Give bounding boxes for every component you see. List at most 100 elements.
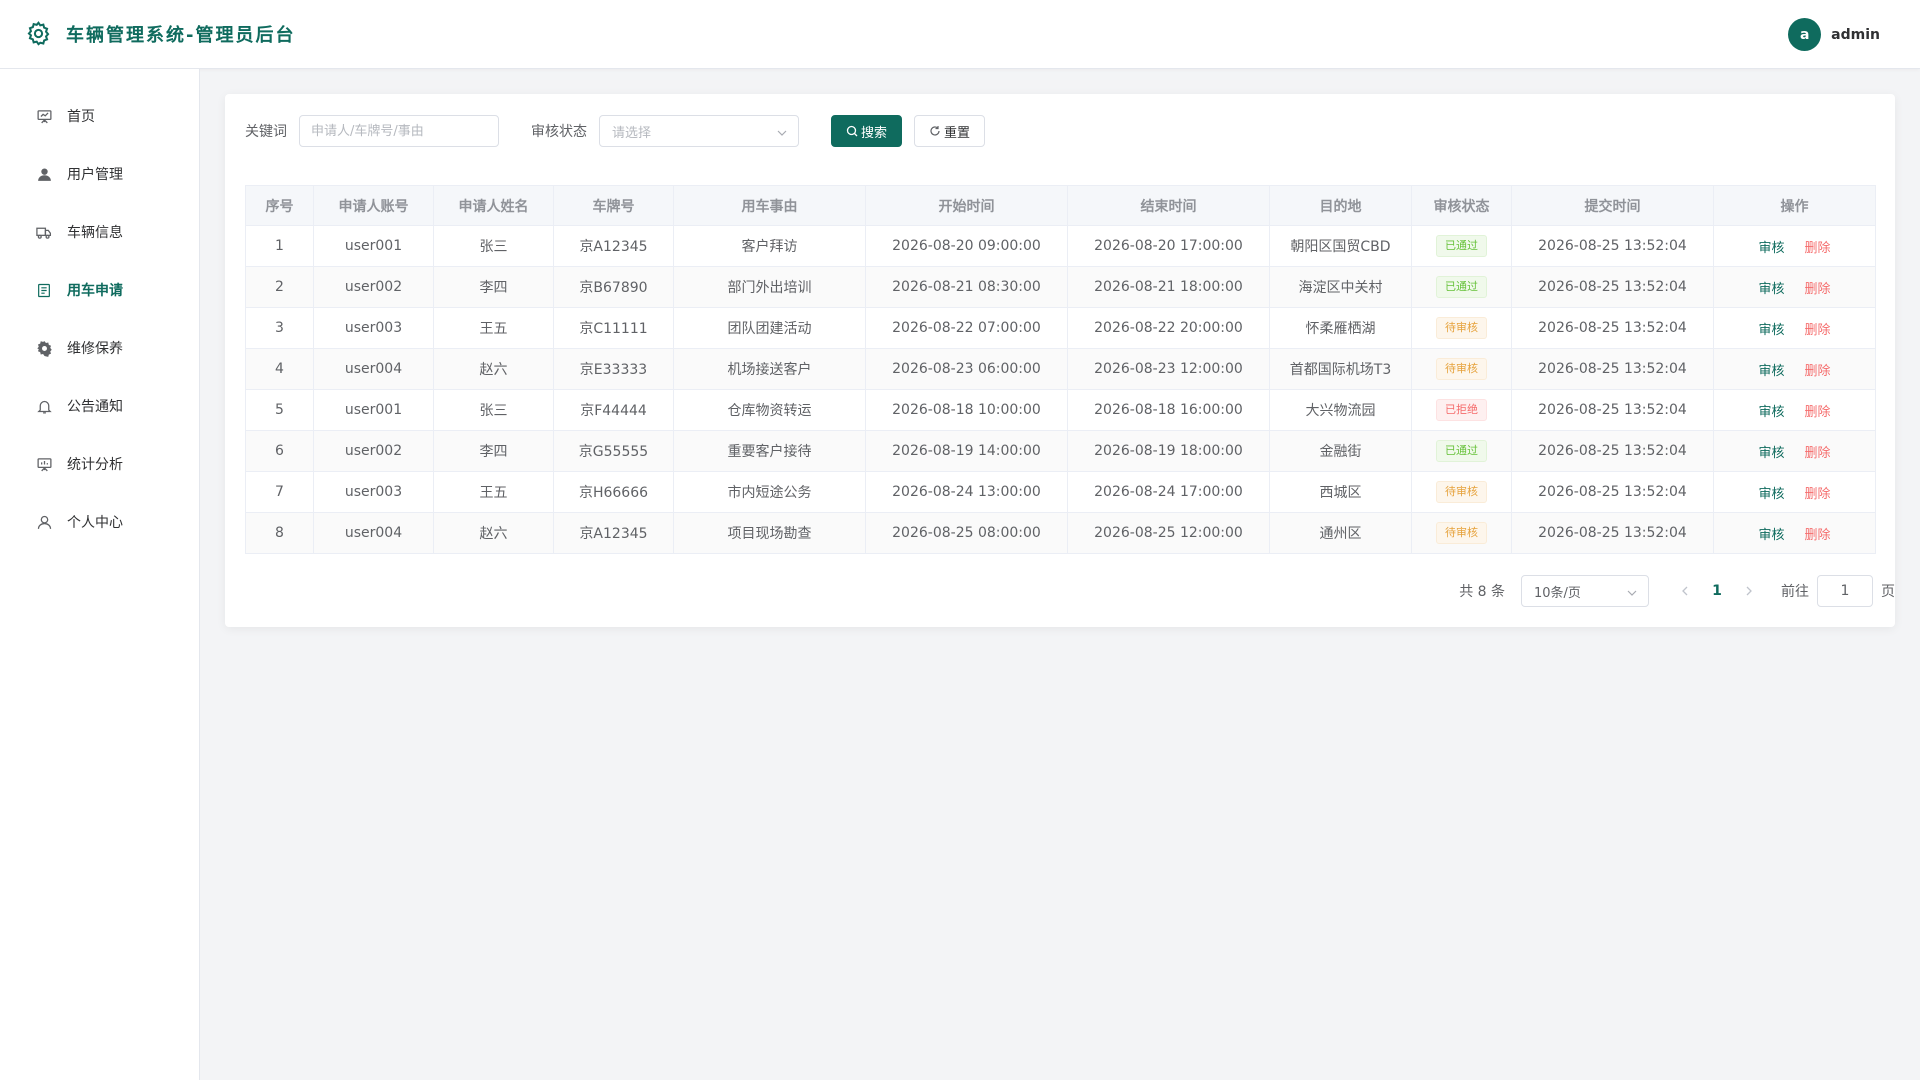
actions-cell: 审核 删除 (1713, 512, 1876, 554)
destination-cell: 首都国际机场T3 (1269, 348, 1412, 390)
plate-number-cell: 京A12345 (553, 225, 674, 267)
applicant-name-cell: 张三 (433, 389, 554, 431)
status-select[interactable]: 请选择 (599, 115, 799, 147)
delete-button[interactable]: 删除 (1805, 524, 1831, 543)
sidebar-item-vehicles[interactable]: 车辆信息 (0, 203, 199, 261)
status-cell: 待审核 (1411, 471, 1512, 513)
delete-button[interactable]: 删除 (1805, 319, 1831, 338)
sidebar-item-statistics[interactable]: 统计分析 (0, 435, 199, 493)
start-time-cell: 2026-08-20 09:00:00 (865, 225, 1068, 267)
applicant-account-cell: user003 (313, 307, 434, 349)
chevron-right-icon (1746, 586, 1752, 596)
page-size-select[interactable]: 10条/页 (1521, 575, 1649, 607)
row-index-cell: 6 (245, 430, 314, 472)
row-index-cell: 1 (245, 225, 314, 267)
column-header: 车牌号 (553, 185, 674, 226)
status-badge: 待审核 (1436, 481, 1487, 503)
start-time-cell: 2026-08-23 06:00:00 (865, 348, 1068, 390)
row-index-cell: 8 (245, 512, 314, 554)
end-time-cell: 2026-08-22 20:00:00 (1067, 307, 1270, 349)
column-header: 申请人姓名 (433, 185, 554, 226)
destination-cell: 大兴物流园 (1269, 389, 1412, 431)
destination-cell: 通州区 (1269, 512, 1412, 554)
row-index-cell: 7 (245, 471, 314, 513)
goto-page-input[interactable] (1817, 575, 1873, 607)
user-menu[interactable]: a admin (1788, 18, 1880, 51)
page-number[interactable]: 1 (1701, 575, 1733, 607)
row-index-cell: 5 (245, 389, 314, 431)
column-header: 开始时间 (865, 185, 1068, 226)
gear-icon (35, 339, 53, 357)
gear-icon (25, 20, 52, 47)
applicant-account-cell: user003 (313, 471, 434, 513)
status-cell: 已拒绝 (1411, 389, 1512, 431)
status-cell: 待审核 (1411, 307, 1512, 349)
table-header-row: 序号 申请人账号 申请人姓名 车牌号 用车事由 开始时间 结束时间 目的地 审核… (245, 185, 1876, 226)
review-button[interactable]: 审核 (1758, 319, 1784, 338)
review-button[interactable]: 审核 (1758, 360, 1784, 379)
submitted-time-cell: 2026-08-25 13:52:04 (1511, 471, 1714, 513)
applicant-name-cell: 李四 (433, 430, 554, 472)
sidebar-item-home[interactable]: 首页 (0, 87, 199, 145)
request-reason-cell: 机场接送客户 (673, 348, 866, 390)
submitted-time-cell: 2026-08-25 13:52:04 (1511, 307, 1714, 349)
sidebar-item-maintenance[interactable]: 维修保养 (0, 319, 199, 377)
reset-button-label: 重置 (944, 125, 971, 141)
keyword-input[interactable] (299, 115, 499, 147)
applicant-account-cell: user001 (313, 389, 434, 431)
sidebar-item-vehicle-requests[interactable]: 用车申请 (0, 261, 199, 319)
status-cell: 已通过 (1411, 266, 1512, 308)
sidebar-item-users[interactable]: 用户管理 (0, 145, 199, 203)
review-button[interactable]: 审核 (1758, 401, 1784, 420)
column-header: 审核状态 (1411, 185, 1512, 226)
request-reason-cell: 市内短途公务 (673, 471, 866, 513)
table-row: 5 user001 张三 京F44444 仓库物资转运 2026-08-18 10:00:… (245, 389, 1876, 431)
reset-button[interactable]: 重置 (914, 115, 986, 147)
row-index-cell: 4 (245, 348, 314, 390)
search-button[interactable]: 搜索 (831, 115, 903, 147)
requests-table: 序号 申请人账号 申请人姓名 车牌号 用车事由 开始时间 结束时间 目的地 审核… (245, 185, 1876, 554)
request-reason-cell: 客户拜访 (673, 225, 866, 267)
avatar[interactable]: a (1788, 18, 1822, 51)
status-cell: 已通过 (1411, 430, 1512, 472)
applicant-account-cell: user004 (313, 348, 434, 390)
destination-cell: 金融街 (1269, 430, 1412, 472)
next-page-button[interactable] (1733, 575, 1765, 607)
review-button[interactable]: 审核 (1758, 237, 1784, 256)
column-header: 目的地 (1269, 185, 1412, 226)
status-select-placeholder: 请选择 (612, 125, 652, 141)
review-button[interactable]: 审核 (1758, 483, 1784, 502)
actions-cell: 审核 删除 (1713, 389, 1876, 431)
page-size-value: 10条/页 (1534, 585, 1581, 601)
prev-page-button[interactable] (1669, 575, 1701, 607)
chart-board-icon (35, 455, 53, 473)
plate-number-cell: 京A12345 (553, 512, 674, 554)
submitted-time-cell: 2026-08-25 13:52:04 (1511, 512, 1714, 554)
presentation-icon (35, 107, 53, 125)
review-button[interactable]: 审核 (1758, 524, 1784, 543)
column-header: 操作 (1713, 185, 1876, 226)
review-button[interactable]: 审核 (1758, 442, 1784, 461)
sidebar-item-label: 公告通知 (67, 399, 123, 415)
search-button-label: 搜索 (861, 125, 888, 141)
sidebar-item-label: 个人中心 (67, 515, 123, 531)
applicant-name-cell: 李四 (433, 266, 554, 308)
table-row: 3 user003 王五 京C11111 团队团建活动 2026-08-22 07:00:… (245, 307, 1876, 349)
sidebar-item-notices[interactable]: 公告通知 (0, 377, 199, 435)
delete-button[interactable]: 删除 (1805, 442, 1831, 461)
review-button[interactable]: 审核 (1758, 278, 1784, 297)
sidebar-item-label: 首页 (67, 109, 95, 125)
delete-button[interactable]: 删除 (1805, 401, 1831, 420)
request-reason-cell: 团队团建活动 (673, 307, 866, 349)
table-row: 4 user004 赵六 京E33333 机场接送客户 2026-08-23 06:00:… (245, 348, 1876, 390)
column-header: 申请人账号 (313, 185, 434, 226)
status-badge: 已拒绝 (1436, 399, 1487, 421)
delete-button[interactable]: 删除 (1805, 278, 1831, 297)
sidebar-item-profile[interactable]: 个人中心 (0, 493, 199, 551)
delete-button[interactable]: 删除 (1805, 237, 1831, 256)
delete-button[interactable]: 删除 (1805, 483, 1831, 502)
pagination: 共 8 条 10条/页 1 前往 页 (1459, 575, 1895, 607)
username[interactable]: admin (1831, 27, 1880, 43)
delete-button[interactable]: 删除 (1805, 360, 1831, 379)
submitted-time-cell: 2026-08-25 13:52:04 (1511, 430, 1714, 472)
